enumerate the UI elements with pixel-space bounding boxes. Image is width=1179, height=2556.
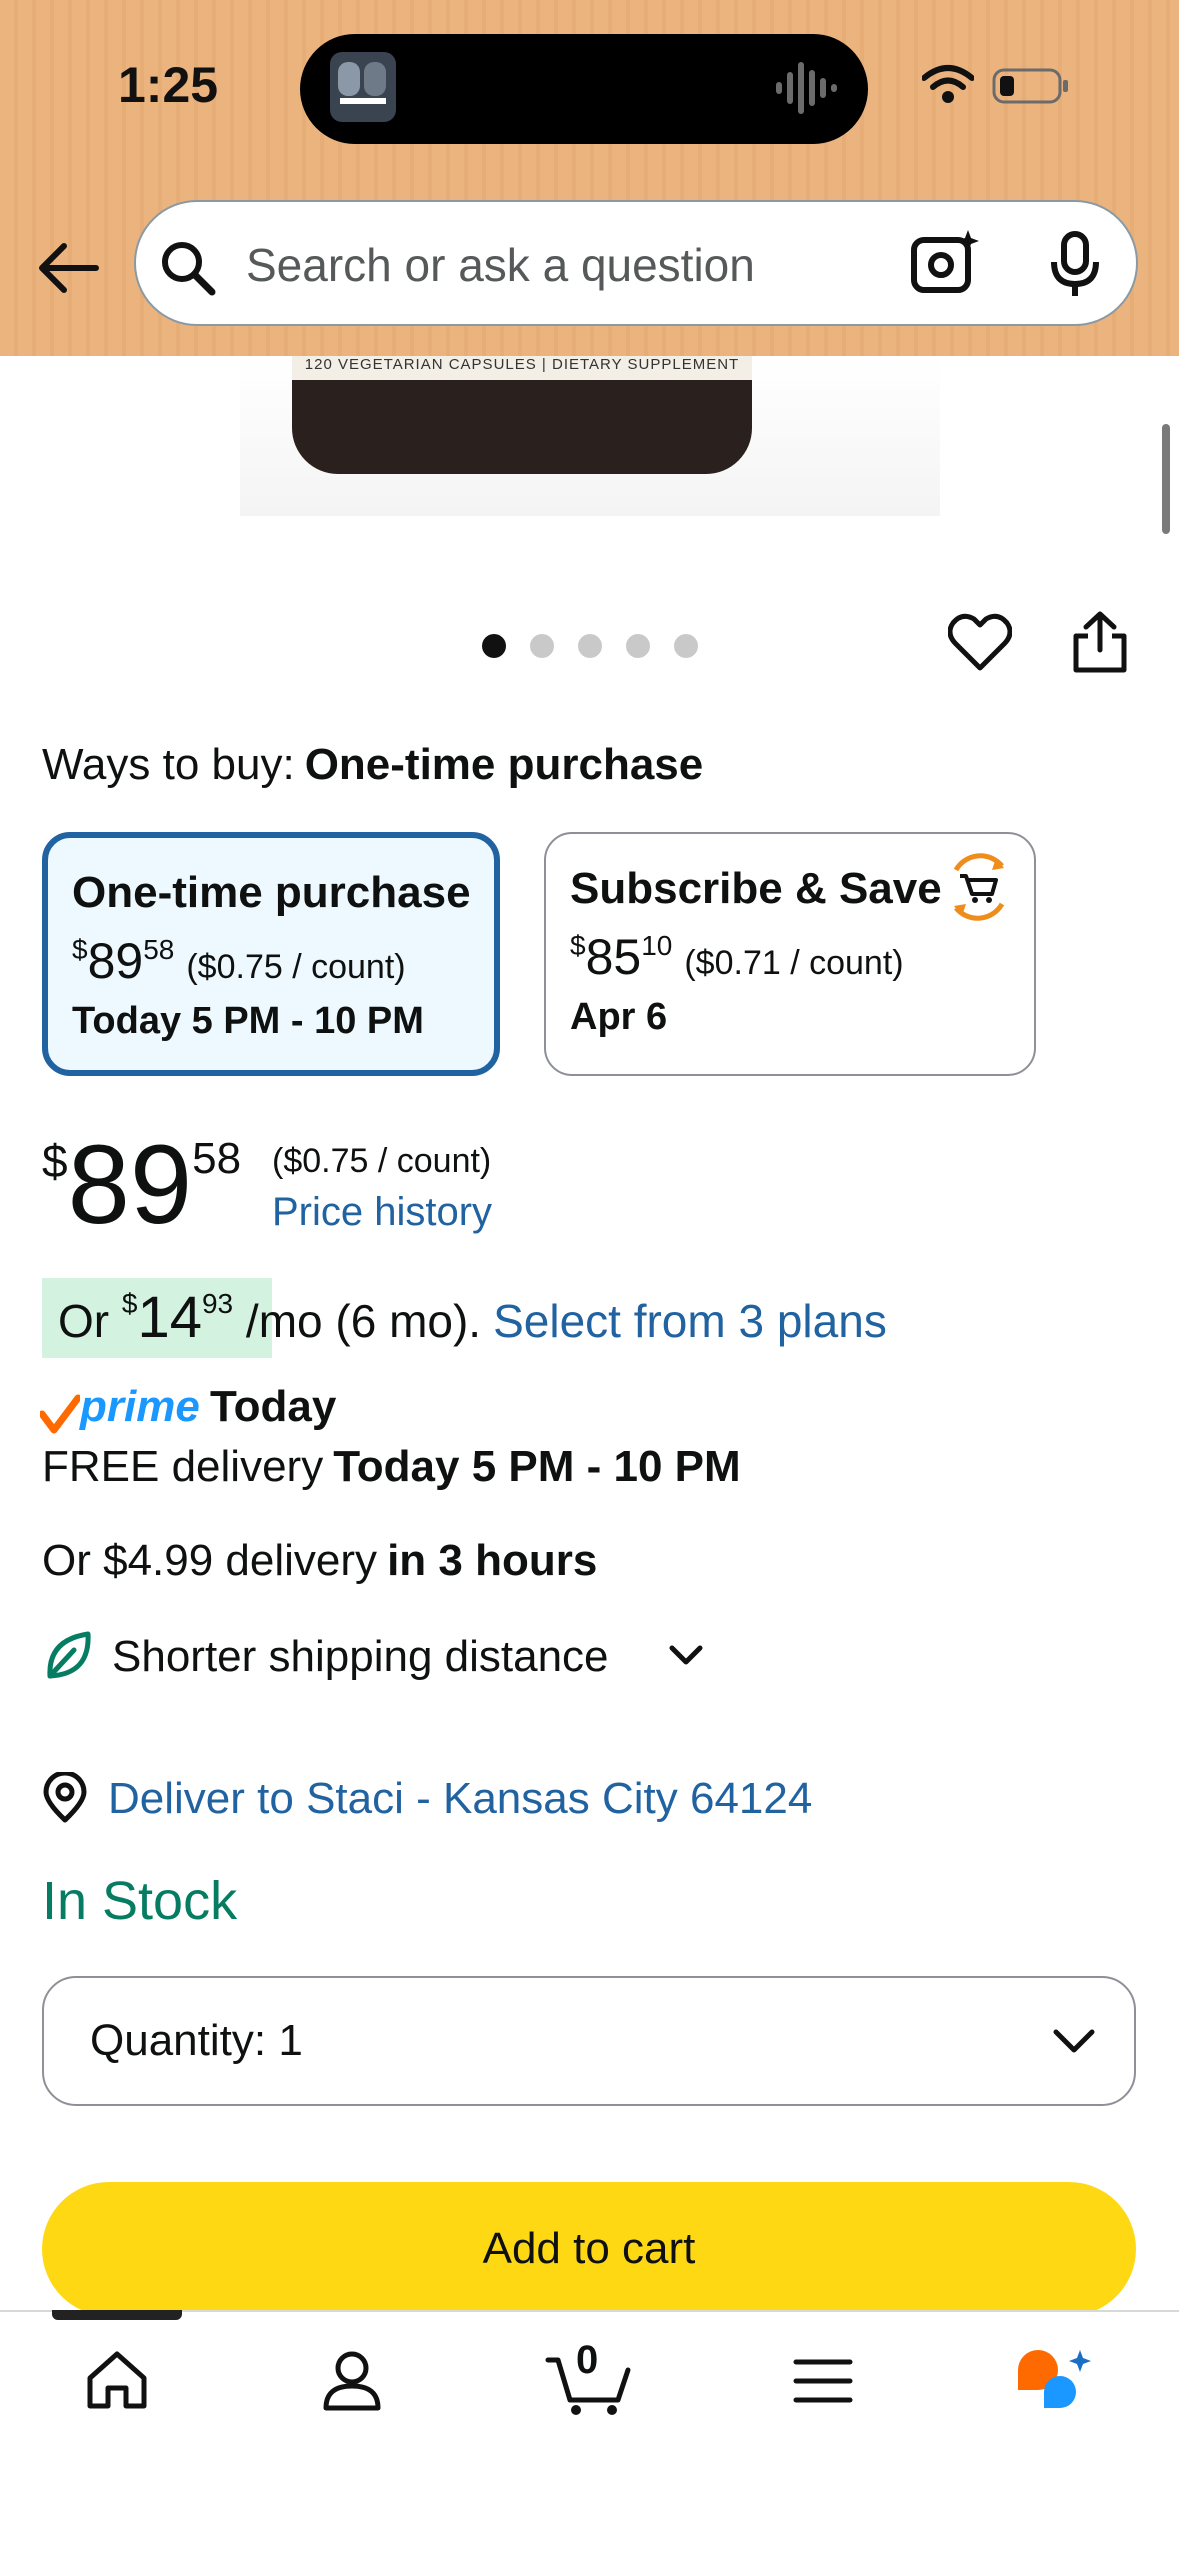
back-arrow-icon[interactable] — [36, 240, 100, 296]
option-delivery: Today 5 PM - 10 PM — [72, 1000, 424, 1042]
camera-search-icon[interactable] — [910, 228, 980, 294]
carousel-dot-3[interactable] — [578, 634, 602, 658]
option-title: One-time purchase — [72, 868, 471, 917]
ways-to-buy: Ways to buy: One-time purchase — [42, 740, 703, 790]
one-time-purchase-option[interactable]: One-time purchase $8958 ($0.75 / count) T… — [42, 832, 500, 1076]
chevron-down-icon[interactable] — [1052, 2026, 1096, 2056]
audio-waveform-icon — [776, 62, 837, 114]
now-playing-artwork[interactable] — [330, 52, 396, 122]
cart-count-badge: 0 — [576, 2338, 599, 2382]
scrollbar[interactable] — [1162, 424, 1170, 534]
microphone-icon[interactable] — [1048, 230, 1102, 300]
carousel-dot-5[interactable] — [674, 634, 698, 658]
quantity-label: Quantity: 1 — [90, 2016, 303, 2065]
option-title: Subscribe & Save — [570, 864, 942, 913]
status-time: 1:25 — [118, 57, 219, 113]
share-icon[interactable] — [1072, 610, 1128, 674]
battery-icon — [992, 68, 1068, 104]
location-pin-icon — [43, 1772, 87, 1823]
home-indicator — [52, 2310, 182, 2320]
leaf-icon — [47, 1631, 91, 1679]
option-price: $8510 ($0.71 / count) — [570, 929, 904, 985]
carousel-dot-2[interactable] — [530, 634, 554, 658]
main-price: $8958 — [42, 1122, 242, 1247]
search-input[interactable]: Search or ask a question — [246, 238, 755, 292]
carousel-dot-1[interactable] — [482, 634, 506, 658]
option-price: $8958 ($0.75 / count) — [72, 933, 406, 989]
heart-icon[interactable] — [948, 612, 1012, 672]
free-delivery: FREE delivery Today 5 PM - 10 PM — [42, 1442, 741, 1491]
select-plans-link[interactable]: Select from 3 plans — [493, 1295, 887, 1347]
ways-to-buy-selected: One-time purchase — [304, 740, 704, 789]
prime-check-icon — [40, 1394, 80, 1434]
rufus-assistant-icon[interactable] — [1014, 2346, 1098, 2420]
ways-to-buy-label: Ways to buy: — [42, 740, 295, 789]
fast-delivery: Or $4.99 delivery in 3 hours — [42, 1536, 598, 1585]
search-icon — [162, 242, 216, 296]
option-delivery: Apr 6 — [570, 996, 668, 1038]
home-icon[interactable] — [84, 2350, 150, 2410]
deliver-to-link[interactable]: Deliver to Staci - Kansas City 64124 — [108, 1774, 812, 1824]
bottle-label-text: 120 VEGETARIAN CAPSULES | DIETARY SUPPLE… — [304, 356, 740, 373]
prime-logo: prime — [80, 1382, 200, 1431]
prime-today-label: Today — [210, 1382, 337, 1431]
stock-status: In Stock — [42, 1871, 238, 1931]
unit-price: ($0.75 / count) — [272, 1142, 492, 1180]
shipping-distance-toggle[interactable]: Shorter shipping distance — [112, 1632, 609, 1682]
installment-offer: Or $1493 /mo (6 mo). Select from 3 plans — [58, 1285, 887, 1350]
carousel-dot-4[interactable] — [626, 634, 650, 658]
wifi-icon — [922, 65, 974, 103]
subscribe-cart-icon — [953, 853, 1005, 921]
add-to-cart-label[interactable]: Add to cart — [42, 2224, 1136, 2274]
menu-icon[interactable] — [792, 2356, 854, 2406]
account-icon[interactable] — [322, 2350, 382, 2412]
price-history-link[interactable]: Price history — [272, 1190, 492, 1235]
chevron-down-icon[interactable] — [668, 1644, 704, 1668]
